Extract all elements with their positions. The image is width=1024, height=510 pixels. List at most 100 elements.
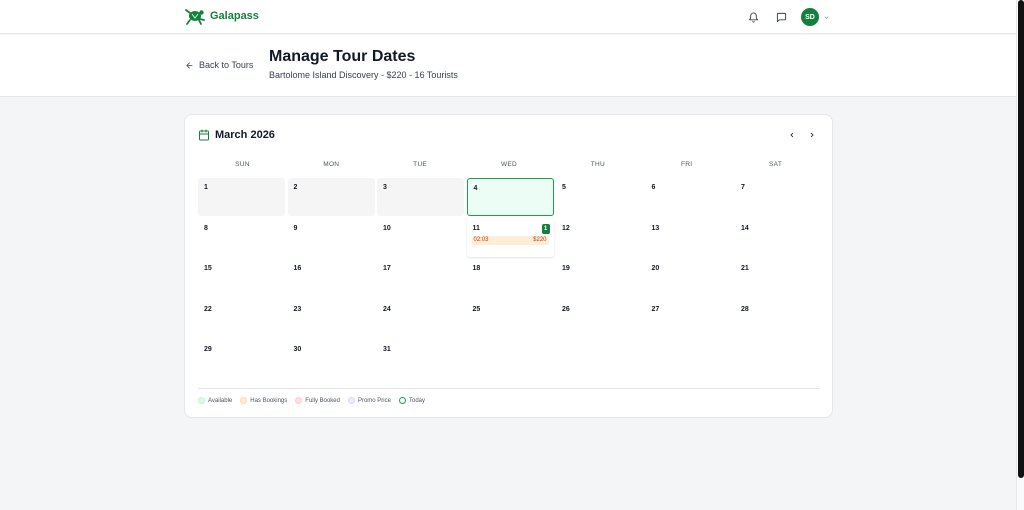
legend-item: Fully Booked [295,397,340,404]
day-number: 6 [651,184,656,191]
slot-price: $220 [533,237,547,243]
calendar-day[interactable]: 9 [288,219,375,257]
notifications-button[interactable] [745,9,761,25]
day-number: 19 [562,265,570,272]
day-number: 17 [383,265,391,272]
day-number: 3 [383,184,387,191]
calendar-day[interactable]: 20 [646,259,733,297]
day-number: 31 [383,346,391,353]
prev-month-button[interactable] [786,129,798,141]
legend-label: Available [208,397,233,404]
calendar-day[interactable]: 2 [287,178,375,216]
weekday-label: SAT [769,161,783,168]
calendar-icon [199,129,209,141]
legend-label: Today [408,397,425,404]
month-label: March 2026 [215,129,275,141]
calendar-day[interactable]: 5 [556,178,643,216]
legend-label: Promo Price [357,397,391,404]
scrollbar-thumb[interactable] [1018,0,1024,478]
day-number: 29 [204,346,212,353]
day-number: 30 [293,346,302,353]
calendar-day[interactable]: 25 [467,300,554,338]
day-number: 9 [293,224,298,232]
calendar-day[interactable]: 29 [198,340,285,378]
day-number: 2 [293,184,298,191]
weekday-label: SUN [235,161,250,168]
calendar-day[interactable]: 17 [377,259,464,297]
day-number: 5 [562,184,566,191]
weekday-label: THU [590,161,605,168]
calendar-day[interactable]: 1 [198,178,285,216]
day-number: 18 [472,265,481,272]
tour-subtitle: Bartolome Island Discovery - $220 - 16 T… [269,70,458,80]
day-number: 4 [473,185,478,192]
page-title: Manage Tour Dates [269,48,416,65]
avatar: SD [801,8,819,26]
day-number: 1 [204,184,208,191]
calendar-day[interactable]: 18 [467,259,554,297]
calendar-day[interactable]: 16 [288,259,375,297]
calendar-header: March 2026 [198,129,275,141]
calendar-day[interactable]: 23 [288,300,375,338]
day-number: 12 [562,224,570,232]
day-number: 25 [472,305,481,313]
calendar-day[interactable]: 31 [377,340,464,378]
calendar-day[interactable]: 3 [377,178,464,216]
day-number: 24 [383,305,391,313]
calendar-day[interactable]: 12 [556,219,643,257]
calendar-day[interactable]: 7 [735,178,822,216]
booking-count-badge: 1 [541,223,550,234]
turtle-logo-icon [185,9,205,25]
next-month-button[interactable] [806,129,818,141]
day-number: 7 [741,184,745,191]
legend-item: Available [198,397,232,404]
day-number: 27 [651,305,660,313]
day-number: 20 [651,265,660,272]
day-number: 15 [204,265,212,272]
day-number: 13 [651,224,660,232]
tour-slot[interactable]: 02:03 $220 [471,235,549,245]
calendar-day-today[interactable]: 4 [466,178,554,216]
day-number: 23 [293,305,302,313]
legend-dot [347,397,355,404]
weekday-label: MON [323,161,340,168]
day-number: 28 [741,305,749,313]
legend-label: Fully Booked [305,397,340,404]
weekday-label: WED [500,161,518,168]
calendar-day[interactable]: 13 [646,219,733,257]
weekday-label: TUE [413,161,428,168]
arrow-left-icon [186,62,193,68]
chevron-down-icon [824,15,829,19]
calendar-day[interactable]: 8 [198,219,285,257]
chevron-left-icon [790,132,794,138]
back-to-tours-link[interactable]: Back to Tours [185,60,253,70]
day-number: 10 [383,224,391,232]
user-menu[interactable]: SD [801,8,830,26]
calendar-legend: Available Has Bookings Fully Booked Promo P… [198,388,820,404]
calendar-day[interactable]: 14 [735,219,822,257]
calendar-day[interactable]: 19 [556,259,643,297]
logo[interactable]: Galapass [184,6,259,26]
calendar-day[interactable]: 21 [735,259,822,297]
legend-item: Today [398,397,425,404]
calendar-day[interactable]: 6 [646,178,733,216]
messages-button[interactable] [773,9,789,25]
calendar-day[interactable]: 26 [556,300,643,338]
page-scrollbar[interactable] [1016,0,1024,510]
weekday-header: SUN MON TUE WED THU FRI SAT [198,161,820,168]
legend-dot [198,397,205,404]
calendar-card: March 2026 SUN MON TUE WED THU FRI SAT 1… [184,114,833,418]
calendar-day[interactable]: 10 [377,219,464,257]
calendar-day[interactable]: 28 [735,300,822,338]
calendar-day[interactable]: 22 [198,300,285,338]
calendar-day[interactable]: 24 [377,300,464,338]
weekday-label: FRI [681,161,693,168]
calendar-day[interactable]: 11 1 02:03 $220 [466,218,554,257]
day-number: 8 [204,224,208,232]
calendar-day[interactable]: 15 [198,259,285,297]
legend-item: Has Bookings [240,397,287,404]
page-header: Back to Tours Manage Tour Dates Bartolom… [0,35,1016,97]
day-number: 26 [562,305,570,313]
calendar-day[interactable]: 27 [646,300,733,338]
calendar-day[interactable]: 30 [288,340,375,378]
